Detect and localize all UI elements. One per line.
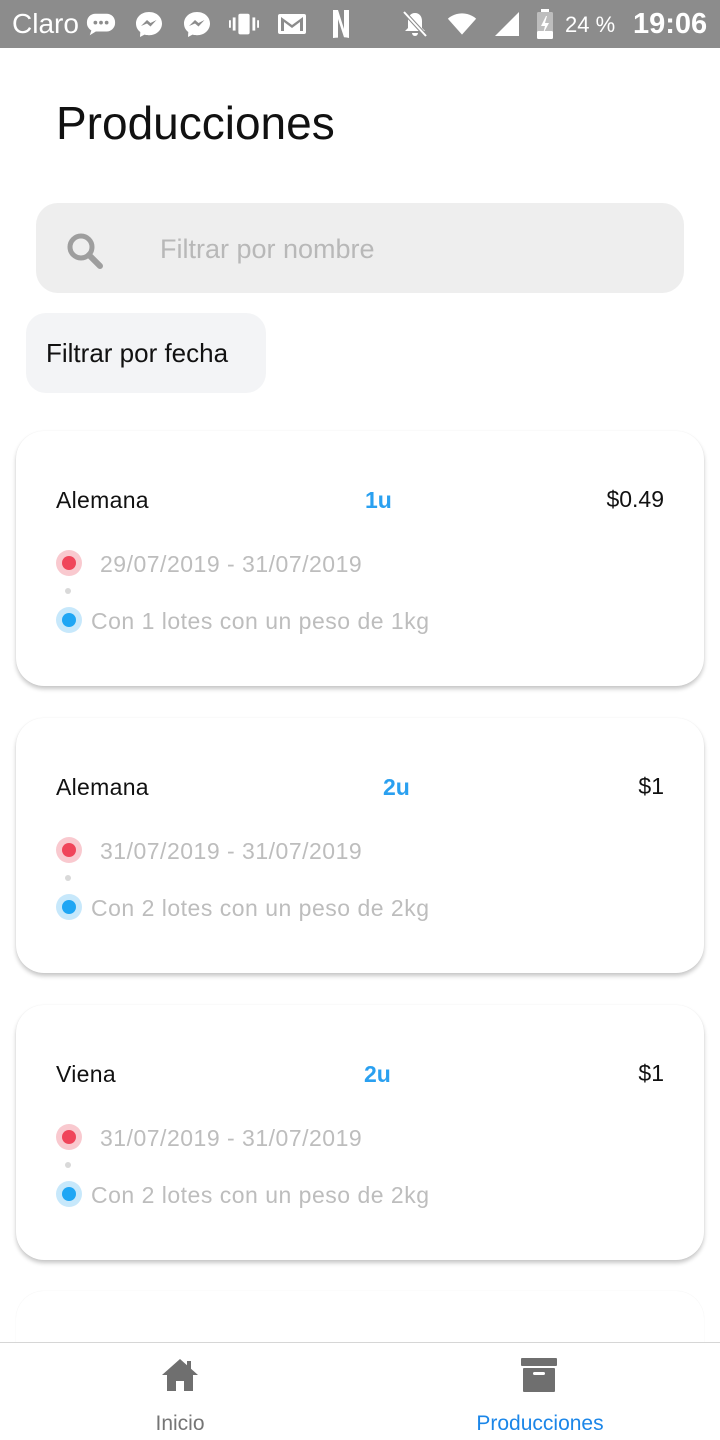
timeline-connector [65,875,71,881]
nav-label-producciones: Producciones [476,1412,604,1435]
battery-percentage: 24 % [565,12,616,37]
date-range: 31/07/2019 - 31/07/2019 [100,1125,363,1151]
production-card[interactable]: Viena 2u $1 31/07/2019 - 31/07/2019 Con … [16,1005,704,1260]
units-count: 1u [365,487,392,513]
date-range: 29/07/2019 - 31/07/2019 [100,551,363,577]
price: $0.49 [606,486,664,512]
battery-charging-icon [530,9,560,39]
messenger-icon [182,10,212,38]
vibrate-icon [229,10,259,38]
units-count: 2u [364,1061,391,1087]
date-dot-icon [56,1124,82,1150]
home-icon [160,1357,200,1393]
timeline-connector [65,588,71,594]
archive-icon [519,1357,559,1393]
nav-item-inicio[interactable]: Inicio [0,1343,360,1440]
lots-dot-icon [56,607,82,633]
messenger-icon [134,10,164,38]
lots-dot-icon [56,1181,82,1207]
lots-info: Con 1 lotes con un peso de 1kg [91,608,430,634]
bottom-navigation: Inicio Producciones [0,1342,720,1440]
gmail-icon [277,10,307,38]
lots-info: Con 2 lotes con un peso de 2kg [91,895,430,921]
date-filter-button[interactable]: Filtrar por fecha [26,313,266,393]
page-title: Producciones [56,97,335,149]
lots-info: Con 2 lotes con un peso de 2kg [91,1182,430,1208]
clock: 19:06 [633,8,708,40]
price: $1 [638,773,664,799]
price: $1 [638,1060,664,1086]
search-input[interactable] [160,226,660,272]
units-count: 2u [383,774,410,800]
date-dot-icon [56,837,82,863]
production-card[interactable]: Alemana 1u $0.49 29/07/2019 - 31/07/2019… [16,431,704,686]
production-card[interactable]: Alemana 2u $1 31/07/2019 - 31/07/2019 Co… [16,718,704,973]
date-dot-icon [56,550,82,576]
wifi-icon [447,10,477,38]
product-name: Alemana [56,487,149,513]
product-name: Alemana [56,774,149,800]
lots-dot-icon [56,894,82,920]
chat-icon [86,10,116,38]
date-range: 31/07/2019 - 31/07/2019 [100,838,363,864]
carrier-label: Claro [12,8,79,39]
signal-icon [492,10,522,38]
timeline-connector [65,1162,71,1168]
bell-off-icon [400,10,430,38]
product-name: Viena [56,1061,116,1087]
netflix-icon [326,10,356,38]
search-icon [64,230,104,270]
nav-item-producciones[interactable]: Producciones [360,1343,720,1440]
nav-label-inicio: Inicio [155,1412,205,1435]
status-bar: Claro 24 % 19:06 [0,0,720,48]
